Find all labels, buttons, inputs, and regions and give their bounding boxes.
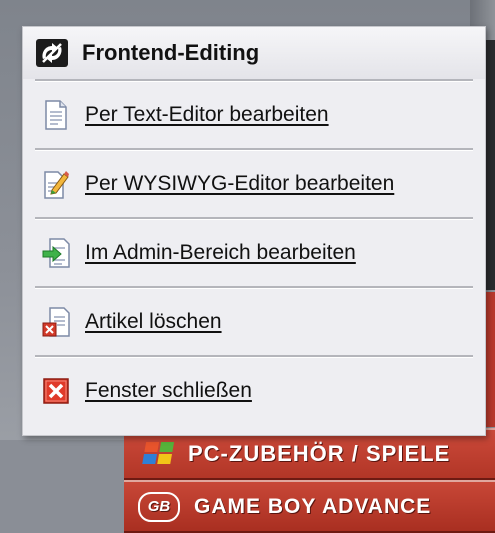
menu-item-artikel-loeschen[interactable]: Artikel löschen (23, 289, 485, 355)
menu-item-text-editor[interactable]: Per Text-Editor bearbeiten (23, 82, 485, 148)
menu-item-label: Artikel löschen (85, 310, 222, 333)
popup-title: Frontend-Editing (82, 40, 260, 65)
nav-item-game-boy-advance[interactable]: GB GAME BOY ADVANCE (124, 480, 495, 533)
nav-item-label: GAME BOY ADVANCE (194, 494, 432, 518)
menu-item-fenster-schliessen[interactable]: Fenster schließen (23, 358, 485, 424)
nav-item-label: PC-ZUBEHÖR / SPIELE (188, 441, 451, 466)
arrow-document-icon (41, 237, 71, 269)
frontend-editing-icon (36, 39, 68, 67)
menu-item-label: Im Admin-Bereich bearbeiten (85, 241, 356, 264)
gameboy-logo-icon: GB (138, 491, 180, 522)
menu-item-label: Per WYSIWYG-Editor bearbeiten (85, 172, 395, 195)
windows-flag-icon (142, 442, 175, 466)
frontend-editing-popup: Frontend-Editing Per Text-Editor bearbei… (22, 26, 486, 436)
menu-item-wysiwyg-editor[interactable]: Per WYSIWYG-Editor bearbeiten (23, 151, 485, 217)
menu-item-label: Fenster schließen (85, 379, 252, 402)
close-window-icon (41, 375, 71, 407)
menu-item-label: Per Text-Editor bearbeiten (85, 103, 329, 126)
menu-item-admin-bereich[interactable]: Im Admin-Bereich bearbeiten (23, 220, 485, 286)
text-document-icon (41, 99, 71, 131)
pencil-document-icon (41, 168, 71, 200)
delete-document-icon (41, 306, 71, 338)
popup-header: Frontend-Editing (23, 27, 485, 79)
